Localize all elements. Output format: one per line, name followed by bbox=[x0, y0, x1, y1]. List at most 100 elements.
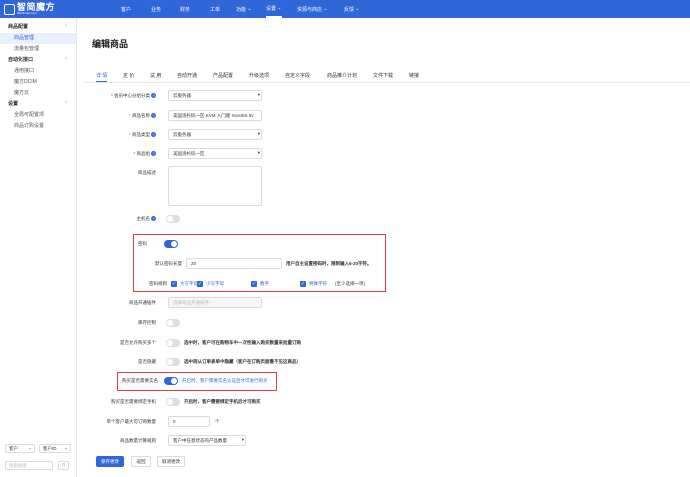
field-label-text: 会员中心分组分类 bbox=[114, 93, 150, 98]
max-qty-input[interactable]: 0 bbox=[168, 416, 210, 427]
description-textarea[interactable] bbox=[168, 166, 262, 206]
sidebar-item-cloud[interactable]: 魔方云 bbox=[0, 88, 76, 99]
nav-item-customers[interactable]: 客户 bbox=[121, 0, 131, 18]
qty-rule-select[interactable]: 客户中任意状态的产品数量 ▾ bbox=[168, 435, 246, 446]
multi-qty-hint: 选中时，客户可在购物车中一次性输入购买数量来批量订购 bbox=[184, 340, 301, 345]
tab-referral-plan[interactable]: 商品推介计划 bbox=[327, 71, 357, 82]
nav-item-business[interactable]: 业务 bbox=[151, 0, 161, 18]
brand-name: 智简魔方 bbox=[17, 2, 56, 12]
sidebar-item-traffic-packages[interactable]: 流量包管理 bbox=[0, 44, 76, 55]
rule-special-checkbox[interactable]: ✓ bbox=[300, 281, 306, 287]
select-value: 云服务器 bbox=[173, 132, 191, 137]
multi-qty-label: 是否允许购买多个 bbox=[86, 339, 156, 347]
chevron-up-icon: ⌃ bbox=[63, 101, 68, 107]
search-icon[interactable]: ○ bbox=[58, 461, 69, 470]
field-label-text: 密码 bbox=[138, 241, 147, 246]
rule-digits-checkbox[interactable]: ✓ bbox=[251, 281, 257, 287]
sidebar-item-general-interface[interactable]: 通用接口 bbox=[0, 66, 76, 77]
chevron-down-icon: ▾ bbox=[254, 149, 260, 158]
cancel-button[interactable]: 取消更改 bbox=[157, 456, 185, 467]
sidebar-group-label: 商品配置 bbox=[8, 24, 29, 30]
help-icon[interactable]: ? bbox=[151, 113, 156, 119]
select-value: 客户 bbox=[9, 446, 18, 451]
rule-lowercase-label: 小写字母 bbox=[206, 281, 224, 286]
customer-id-select[interactable]: 客户ID ▾ bbox=[39, 444, 71, 453]
password-length-label: 默认密码长度 bbox=[112, 260, 182, 268]
tab-auto-provision[interactable]: 自动开通 bbox=[177, 71, 197, 82]
product-group-select[interactable]: 美国洛杉矶一区 ▾ bbox=[168, 148, 262, 159]
multi-qty-toggle[interactable] bbox=[166, 339, 180, 347]
product-type-label: * 商品类型? bbox=[128, 132, 156, 138]
product-type-select[interactable]: 云服务器 ▾ bbox=[168, 129, 262, 140]
chevron-down-icon: ▾ bbox=[254, 130, 260, 139]
nav-item-feedback[interactable]: 反馈 ⌄ bbox=[344, 0, 360, 18]
nav-label: 财务 bbox=[180, 6, 191, 13]
plugin-select[interactable]: 选择商品开通插件 bbox=[168, 297, 262, 308]
nav-item-finance[interactable]: 财务 bbox=[180, 0, 190, 18]
field-label-text: 购买是否需要实名 bbox=[122, 378, 158, 383]
tab-upgrade-options[interactable]: 升级选项 bbox=[249, 71, 269, 82]
brand-logo[interactable]: 智简魔方 IDCSmart.com bbox=[4, 2, 55, 16]
field-label-text: 单个客户最大可订购数量 bbox=[106, 419, 157, 424]
sidebar-group-label: 设置 bbox=[8, 101, 19, 107]
product-group-label: * 商品组? bbox=[133, 151, 156, 157]
nav-item-functions[interactable]: 功能 ⌄ bbox=[236, 0, 252, 18]
help-icon[interactable]: ? bbox=[151, 151, 156, 157]
sidebar-item-global-options[interactable]: 全局可配置项 bbox=[0, 110, 76, 121]
nav-label: 功能 bbox=[236, 6, 247, 13]
tab-file-downloads[interactable]: 文件下载 bbox=[373, 71, 393, 82]
help-icon[interactable]: ? bbox=[151, 132, 156, 138]
rule-uppercase-checkbox[interactable]: ✓ bbox=[171, 281, 177, 287]
tab-pricing[interactable]: 定 价 bbox=[123, 71, 134, 82]
tab-custom-fields[interactable]: 自定义字段 bbox=[285, 71, 310, 82]
tab-links[interactable]: 链接 bbox=[409, 71, 419, 82]
nav-label: 工单 bbox=[210, 6, 221, 13]
select-value: 美国洛杉矶一区 bbox=[173, 151, 205, 156]
customer-filter-select[interactable]: 客户 ▾ bbox=[5, 444, 35, 453]
nav-item-settings[interactable]: 设置 ⌄ bbox=[266, 0, 282, 18]
rule-lowercase-checkbox[interactable]: ✓ bbox=[197, 281, 203, 287]
password-rule-label: 密码规则 bbox=[97, 280, 167, 288]
save-button[interactable]: 保存更改 bbox=[96, 456, 124, 467]
nav-item-resources-store[interactable]: 资源与商店 ⌄ bbox=[297, 0, 328, 18]
password-length-hint: 用户自主设置密码时，限制输入6-20字符。 bbox=[286, 261, 372, 266]
bind-phone-label: 购买是否需要绑定手机 bbox=[86, 398, 156, 406]
bind-phone-toggle[interactable] bbox=[166, 398, 180, 406]
password-toggle[interactable] bbox=[164, 240, 178, 248]
field-label-text: 是否允许购买多个 bbox=[120, 340, 156, 345]
sidebar-item-dcim[interactable]: 魔方DCIM bbox=[0, 77, 76, 88]
password-length-input[interactable]: 20 bbox=[186, 258, 282, 269]
product-name-label: * 商品名称? bbox=[128, 113, 156, 119]
field-label-text: 商品描述 bbox=[138, 170, 156, 175]
max-qty-label: 单个客户最大可订购数量 bbox=[86, 418, 157, 426]
sidebar-item-product-management[interactable]: 商品管理 bbox=[0, 33, 76, 44]
tab-product-config[interactable]: 产品配置 bbox=[213, 71, 233, 82]
max-qty-unit: 个 bbox=[215, 419, 220, 424]
nav-label: 设置 bbox=[266, 5, 277, 12]
hidden-toggle[interactable] bbox=[166, 358, 180, 366]
description-label: 商品描述 bbox=[86, 169, 156, 177]
sidebar-group-automation[interactable]: 自动化接口 ⌃ bbox=[0, 55, 76, 66]
tab-trial[interactable]: 试 用 bbox=[150, 71, 161, 82]
stock-toggle[interactable] bbox=[166, 319, 180, 327]
sidebar-search-input[interactable]: 搜索搜索 bbox=[5, 461, 53, 470]
realname-toggle[interactable] bbox=[164, 377, 178, 385]
sidebar-group-settings[interactable]: 设置 ⌃ bbox=[0, 99, 76, 110]
sidebar-item-order-settings[interactable]: 商品订购设置 bbox=[0, 121, 76, 132]
chevron-up-icon: ⌃ bbox=[63, 57, 68, 63]
sidebar-group-product-config[interactable]: 商品配置 ⌃ bbox=[0, 22, 76, 33]
hostname-toggle[interactable] bbox=[166, 215, 180, 223]
help-icon[interactable]: ? bbox=[151, 216, 156, 222]
nav-item-tickets[interactable]: 工单 bbox=[210, 0, 220, 18]
chevron-down-icon: ⌄ bbox=[322, 6, 328, 12]
sidebar: 商品配置 ⌃ 商品管理 流量包管理 自动化接口 ⌃ 通用接口 魔方DCIM 魔方云 … bbox=[0, 18, 77, 477]
chevron-down-icon: ▾ bbox=[64, 446, 67, 451]
tab-details[interactable]: 详 情 bbox=[96, 71, 108, 82]
help-icon[interactable]: ? bbox=[151, 93, 156, 99]
center-group-select[interactable]: 云服务器 ▾ bbox=[168, 90, 262, 101]
center-group-label: * 会员中心分组分类? bbox=[110, 93, 156, 99]
product-name-input[interactable]: 美国洛杉矶一区 KVM 入门版 XeonE6 5v bbox=[168, 110, 262, 121]
page-title: 编辑商品 bbox=[92, 39, 129, 49]
rule-uppercase-label: 大写字母 bbox=[180, 281, 198, 286]
back-button[interactable]: 返回 bbox=[131, 456, 151, 467]
